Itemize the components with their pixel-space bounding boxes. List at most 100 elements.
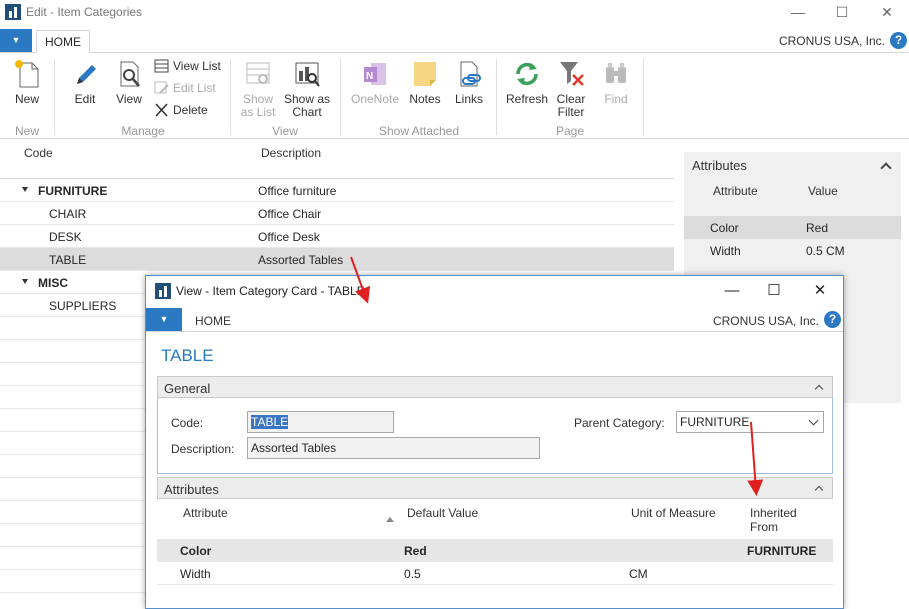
attribute-name: Width <box>180 567 211 581</box>
dialog-help-icon[interactable]: ? <box>824 311 841 328</box>
group-separator <box>643 59 644 135</box>
app-logo-icon <box>5 4 21 20</box>
view-list-button[interactable]: View List <box>154 56 221 76</box>
dialog-tab-home[interactable]: HOME <box>195 314 231 328</box>
column-header-unit-of-measure[interactable]: Unit of Measure <box>631 506 716 520</box>
new-document-icon <box>13 59 41 89</box>
onenote-button[interactable]: N OneNote <box>348 59 402 106</box>
description-field[interactable]: Assorted Tables <box>247 437 540 459</box>
code-field[interactable]: TABLE <box>247 411 394 433</box>
row-description: Assorted Tables <box>258 253 344 267</box>
main-titlebar: Edit - Item Categories — ☐ ✕ <box>0 0 909 26</box>
empty-list-row <box>0 570 145 593</box>
table-row-selected[interactable]: TABLE Assorted Tables <box>0 248 674 271</box>
close-icon[interactable]: ✕ <box>875 3 899 21</box>
factbox-attribute: Width <box>710 244 741 258</box>
tab-home[interactable]: HOME <box>36 30 90 53</box>
view-magnifier-icon <box>115 59 143 89</box>
empty-list-row <box>0 478 145 501</box>
description-label: Description: <box>171 442 235 456</box>
new-button[interactable]: New <box>8 59 46 106</box>
edit-button[interactable]: Edit <box>66 59 104 106</box>
empty-list-row <box>0 455 145 478</box>
column-header-default-value[interactable]: Default Value <box>407 506 478 520</box>
row-description: Office furniture <box>258 184 337 198</box>
file-menu-button[interactable]: ▼ <box>0 29 32 52</box>
table-row[interactable]: DESK Office Desk <box>0 225 674 248</box>
collapse-triangle-icon[interactable] <box>22 187 28 192</box>
show-as-chart-button[interactable]: Show as Chart <box>282 59 332 119</box>
attribute-row[interactable]: Width 0.5 CM <box>157 562 833 585</box>
empty-list-row <box>0 501 145 524</box>
table-row[interactable]: FURNITURE Office furniture <box>0 179 674 202</box>
attribute-default-value: Red <box>404 544 427 558</box>
view-label: View <box>116 92 142 106</box>
collapse-chevron-icon[interactable] <box>880 162 892 174</box>
attribute-default-value: 0.5 <box>404 567 421 581</box>
show-as-chart-icon <box>293 59 321 89</box>
delete-x-icon <box>154 103 169 117</box>
general-title: General <box>164 381 211 396</box>
factbox-row[interactable]: Width 0.5 CM <box>684 239 901 262</box>
empty-list-row <box>0 432 145 455</box>
table-row[interactable]: CHAIR Office Chair <box>0 202 674 225</box>
attributes-fasttab-header[interactable]: Attributes <box>157 477 833 499</box>
help-icon[interactable]: ? <box>890 32 907 49</box>
clear-filter-button[interactable]: Clear Filter <box>552 59 590 119</box>
edit-label: Edit <box>74 92 96 106</box>
ribbon: New Edit View View List Edit List Delete… <box>0 53 909 139</box>
attribute-name: Color <box>180 544 212 558</box>
dialog-maximize-icon[interactable]: ☐ <box>762 281 786 301</box>
column-header-attribute[interactable]: Attribute <box>183 506 228 520</box>
column-header-code[interactable]: Code <box>24 146 53 160</box>
inherited-header-line2: From <box>750 520 778 534</box>
factbox-column-attribute: Attribute <box>713 184 758 198</box>
general-fasttab-header[interactable]: General <box>157 376 833 398</box>
row-code: TABLE <box>49 253 87 267</box>
collapse-triangle-icon[interactable] <box>22 279 28 284</box>
minimize-icon[interactable]: — <box>786 3 810 21</box>
notes-button[interactable]: Notes <box>405 59 445 106</box>
notes-label: Notes <box>409 92 441 106</box>
sticky-note-icon <box>411 59 439 89</box>
refresh-icon <box>513 59 541 89</box>
parent-category-select[interactable]: FURNITURE <box>676 411 824 433</box>
show-as-list-button[interactable]: Show as List <box>236 59 280 119</box>
edit-list-label: Edit List <box>173 81 216 95</box>
delete-button[interactable]: Delete <box>154 100 208 120</box>
clear-filter-label: Clear Filter <box>556 92 586 119</box>
dialog-close-icon[interactable]: ✕ <box>808 281 832 301</box>
column-header-description[interactable]: Description <box>261 146 321 160</box>
svg-text:N: N <box>366 71 373 82</box>
edit-list-icon <box>154 81 169 95</box>
attribute-row[interactable]: Color Red FURNITURE <box>157 539 833 562</box>
find-button[interactable]: Find <box>597 59 635 106</box>
dialog-file-menu-button[interactable]: ▼ <box>146 308 182 331</box>
item-category-card-dialog: View - Item Category Card - TABLE — ☐ ✕ … <box>145 275 844 609</box>
edit-list-button[interactable]: Edit List <box>154 78 216 98</box>
empty-list-row <box>0 524 145 547</box>
column-header-inherited-from[interactable]: Inherited From <box>750 506 797 534</box>
parent-category-label: Parent Category: <box>574 416 665 430</box>
maximize-icon[interactable]: ☐ <box>830 3 854 21</box>
dialog-minimize-icon[interactable]: — <box>720 281 744 301</box>
dialog-company-name[interactable]: CRONUS USA, Inc. <box>713 314 819 328</box>
empty-list-row <box>0 317 145 340</box>
empty-list-row <box>0 409 145 432</box>
group-label-show-attached: Show Attached <box>378 124 460 138</box>
attributes-title: Attributes <box>164 482 219 497</box>
view-list-label: View List <box>173 59 221 73</box>
empty-list-row <box>0 363 145 386</box>
show-as-chart-label: Show as Chart <box>283 92 331 119</box>
factbox-row[interactable]: Color Red <box>684 216 901 239</box>
card-heading: TABLE <box>161 346 214 365</box>
company-name[interactable]: CRONUS USA, Inc. <box>779 34 885 48</box>
collapse-chevron-icon[interactable] <box>814 384 824 394</box>
links-button[interactable]: Links <box>449 59 489 106</box>
collapse-chevron-icon[interactable] <box>814 485 824 495</box>
refresh-button[interactable]: Refresh <box>505 59 549 106</box>
view-button[interactable]: View <box>110 59 148 106</box>
delete-label: Delete <box>173 103 208 117</box>
ribbon-tabs: ▼ HOME CRONUS USA, Inc. ? <box>0 29 909 53</box>
dialog-ribbon-tabs: ▼ HOME CRONUS USA, Inc. ? <box>146 308 843 332</box>
